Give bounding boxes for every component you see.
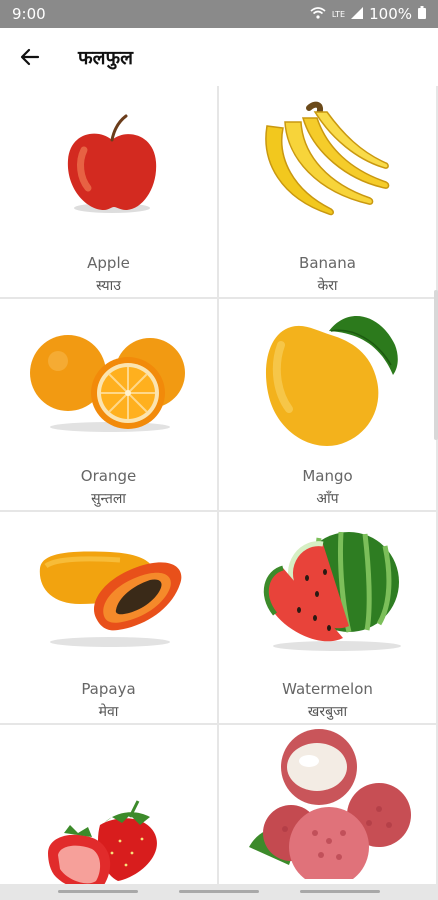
fruit-card-apple[interactable]: Apple स्याउ <box>0 86 217 297</box>
fruit-card-banana[interactable]: Banana केरा <box>219 86 436 297</box>
fruit-local-name: केरा <box>317 278 338 294</box>
strawberry-icon <box>48 800 157 886</box>
fruit-local-name: स्याउ <box>96 278 121 294</box>
wifi-icon <box>310 5 326 23</box>
signal-icon <box>351 5 364 23</box>
battery-icon <box>418 5 426 23</box>
fruit-local-name: सुन्तला <box>91 491 126 507</box>
nav-back-indicator[interactable] <box>300 890 380 893</box>
page-title: फलफुल <box>78 47 134 69</box>
app-bar: फलफुल <box>0 28 438 86</box>
papaya-icon <box>39 551 182 647</box>
battery-label: 100% <box>369 5 412 23</box>
mango-icon <box>265 316 398 446</box>
fruit-name: Orange <box>80 467 137 485</box>
fruit-card-orange[interactable]: Orange सुन्तला <box>0 299 217 510</box>
fruit-card-mango[interactable]: Mango आँप <box>219 299 436 510</box>
status-time: 9:00 <box>12 5 46 23</box>
fruit-name: Apple <box>87 254 130 272</box>
network-type-label: LTE <box>331 9 346 19</box>
orange-icon <box>30 335 185 432</box>
fruit-card-strawberry[interactable] <box>0 725 217 886</box>
fruit-local-name: मेवा <box>98 704 119 720</box>
status-icons: LTE 100% <box>310 5 426 23</box>
lychee-icon <box>249 729 411 879</box>
watermelon-icon <box>263 531 401 651</box>
nav-home-indicator[interactable] <box>179 890 259 893</box>
fruit-card-papaya[interactable]: Papaya मेवा <box>0 512 217 723</box>
fruit-local-name: खरबुजा <box>307 704 348 720</box>
banana-icon <box>265 101 390 216</box>
back-button[interactable] <box>0 28 60 86</box>
back-arrow-icon <box>20 48 40 66</box>
fruit-grid: Apple स्याउ Banana केरा Orange सुन्तला M… <box>0 86 438 886</box>
fruit-card-watermelon[interactable]: Watermelon खरबुजा <box>219 512 436 723</box>
fruit-name: Papaya <box>81 680 136 698</box>
status-bar: 9:00 LTE 100% <box>0 0 438 28</box>
gesture-navigation-bar <box>0 884 438 900</box>
edge-panel-handle[interactable] <box>434 290 438 440</box>
fruit-card-lychee[interactable] <box>219 725 436 886</box>
nav-recents-indicator[interactable] <box>58 890 138 893</box>
fruit-name: Watermelon <box>282 680 373 698</box>
fruit-name: Banana <box>299 254 356 272</box>
apple-icon <box>67 114 157 213</box>
fruit-local-name: आँप <box>316 491 339 507</box>
fruit-name: Mango <box>302 467 353 485</box>
